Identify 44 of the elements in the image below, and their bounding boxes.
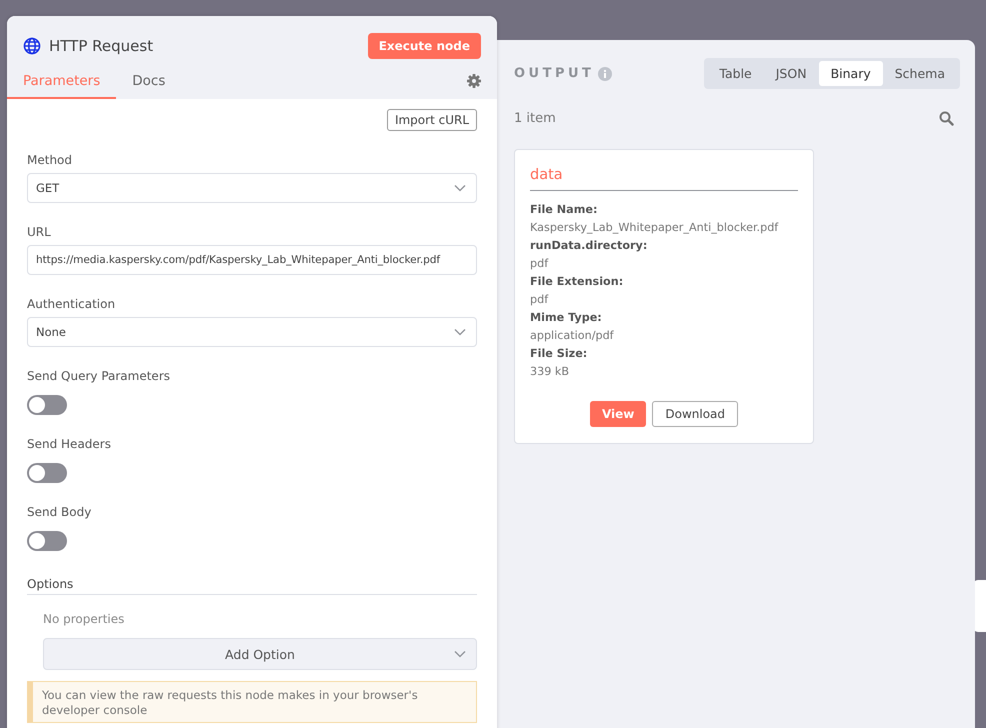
view-tab[interactable]: Schema: [882, 61, 957, 86]
field-label: Send Body: [27, 505, 92, 519]
view-tab[interactable]: JSON: [764, 61, 819, 86]
add-option-dropdown[interactable]: Add Option: [43, 638, 477, 670]
view-tab[interactable]: Table: [707, 61, 764, 86]
download-button[interactable]: Download: [652, 401, 738, 427]
chevron-down-icon: [454, 650, 466, 658]
field-label: Send Query Parameters: [27, 369, 172, 383]
chevron-down-icon: [454, 328, 466, 336]
section-title: Options: [27, 577, 477, 595]
entry-key: runData.directory:: [530, 237, 798, 255]
entry-value: pdf: [530, 256, 550, 272]
node-title: HTTP Request: [49, 37, 154, 55]
entry-key: File Name:: [530, 201, 798, 219]
select-field[interactable]: None: [27, 317, 477, 347]
toggle-switch[interactable]: [27, 531, 67, 551]
entry-value: application/pdf: [530, 328, 615, 344]
settings-icon[interactable]: [467, 74, 481, 88]
url-field[interactable]: https://media.kaspersky.com/pdf/Kaspersky_Lab_Whitepaper_Anti_blocker.pdf: [27, 245, 477, 275]
panel-title: OUTPUT: [514, 66, 594, 81]
field-label: Authentication: [27, 297, 116, 311]
entry-key: Mime Type:: [530, 309, 798, 327]
view-tab[interactable]: Binary: [818, 61, 883, 86]
entry-value: Kaspersky_Lab_Whitepaper_Anti_blocker.pdf: [530, 220, 780, 236]
entry-value: pdf: [530, 292, 550, 308]
entry-key: File Extension:: [530, 273, 798, 291]
toggle-switch[interactable]: [27, 395, 67, 415]
search-icon[interactable]: [939, 111, 954, 126]
card-title: data: [530, 167, 798, 191]
entry-value: 339 kB: [530, 364, 570, 380]
field-label: Send Headers: [27, 437, 112, 451]
panel-tab[interactable]: Docs: [116, 69, 182, 99]
globe-icon: [23, 37, 41, 55]
item-count: 1 item: [514, 111, 557, 126]
entry-key: File Size:: [530, 345, 798, 363]
chevron-down-icon: [454, 184, 466, 192]
info-icon: [598, 66, 612, 80]
field-label: Method: [27, 153, 74, 167]
empty-text: No properties: [43, 612, 126, 626]
select-field[interactable]: GET: [27, 173, 477, 203]
import-button[interactable]: Import cURL: [386, 109, 477, 131]
toggle-switch[interactable]: [27, 463, 67, 483]
notice-text: You can view the raw requests this node makes in your browser's developer console: [27, 681, 477, 723]
field-label: URL: [27, 225, 52, 239]
